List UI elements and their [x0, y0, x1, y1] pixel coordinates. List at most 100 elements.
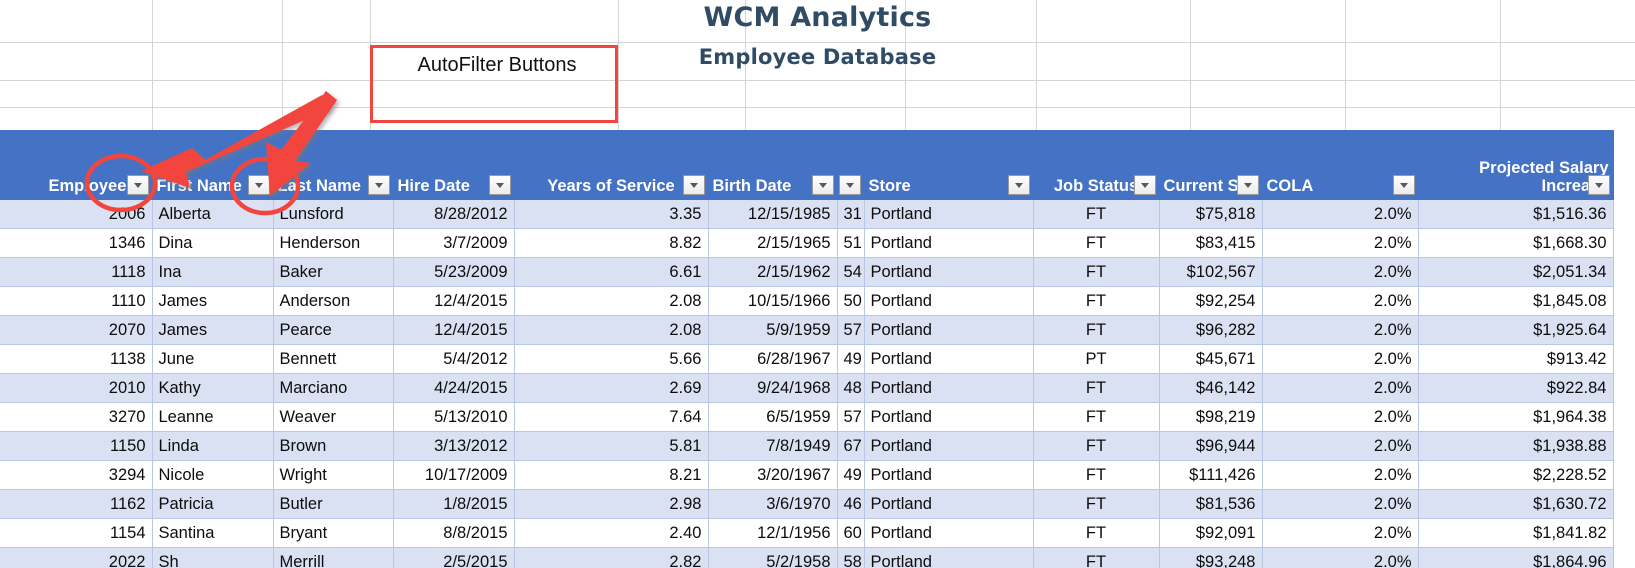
- table-cell[interactable]: 2.0%: [1262, 518, 1419, 548]
- table-cell[interactable]: 10/15/1966: [708, 286, 838, 316]
- table-cell[interactable]: $913.42: [1418, 344, 1614, 374]
- table-cell[interactable]: 8.82: [514, 228, 709, 258]
- table-cell[interactable]: Bryant: [273, 518, 394, 548]
- table-cell[interactable]: 57: [837, 315, 865, 345]
- table-cell[interactable]: 7.64: [514, 402, 709, 432]
- table-cell[interactable]: FT: [1033, 518, 1160, 548]
- table-cell[interactable]: FT: [1033, 286, 1160, 316]
- autofilter-button-current-salary[interactable]: [1236, 175, 1259, 195]
- table-cell[interactable]: 2.82: [514, 547, 709, 568]
- table-cell[interactable]: Nicole: [152, 460, 274, 490]
- table-row[interactable]: 3270 Leanne Weaver 5/13/2010 7.64 6/5/1959 57 P…: [0, 402, 1614, 432]
- table-cell[interactable]: 1110: [0, 286, 153, 316]
- table-cell[interactable]: 2.40: [514, 518, 709, 548]
- table-cell[interactable]: FT: [1033, 373, 1160, 403]
- table-cell[interactable]: 5/4/2012: [393, 344, 515, 374]
- table-cell[interactable]: $81,536: [1159, 489, 1263, 519]
- table-cell[interactable]: Brown: [273, 431, 394, 461]
- table-cell[interactable]: 2.08: [514, 286, 709, 316]
- table-row[interactable]: 2006 Alberta Lunsford 8/28/2012 3.35 12/15/19…: [0, 200, 1614, 229]
- table-cell[interactable]: 2/15/1962: [708, 257, 838, 287]
- table-cell[interactable]: $45,671: [1159, 344, 1263, 374]
- table-cell[interactable]: 5/2/1958: [708, 547, 838, 568]
- table-cell[interactable]: 12/1/1956: [708, 518, 838, 548]
- table-cell[interactable]: 2.0%: [1262, 344, 1419, 374]
- autofilter-button-last-name[interactable]: [367, 175, 390, 195]
- table-row[interactable]: 2010 Kathy Marciano 4/24/2015 2.69 9/24/1968 4…: [0, 373, 1614, 403]
- table-cell[interactable]: 46: [837, 489, 865, 519]
- table-cell[interactable]: 2.0%: [1262, 200, 1419, 229]
- table-cell[interactable]: 5.66: [514, 344, 709, 374]
- autofilter-button-job-status[interactable]: [1133, 175, 1156, 195]
- table-cell[interactable]: 2.0%: [1262, 431, 1419, 461]
- table-cell[interactable]: 2.69: [514, 373, 709, 403]
- table-cell[interactable]: 2.0%: [1262, 547, 1419, 568]
- table-row[interactable]: 1346 Dina Henderson 3/7/2009 8.82 2/15/1965 51…: [0, 228, 1614, 258]
- table-cell[interactable]: 2.0%: [1262, 286, 1419, 316]
- table-cell[interactable]: James: [152, 315, 274, 345]
- table-cell[interactable]: $1,516.36: [1418, 200, 1614, 229]
- table-cell[interactable]: Portland: [864, 228, 1034, 258]
- table-row[interactable]: 1138 June Bennett 5/4/2012 5.66 6/28/1967 49 Po…: [0, 344, 1614, 374]
- table-cell[interactable]: 67: [837, 431, 865, 461]
- table-cell[interactable]: FT: [1033, 547, 1160, 568]
- table-cell[interactable]: 2.0%: [1262, 489, 1419, 519]
- table-cell[interactable]: Wright: [273, 460, 394, 490]
- column-header-birth-date[interactable]: Birth Date: [708, 130, 838, 200]
- autofilter-button-first-name[interactable]: [247, 175, 270, 195]
- table-cell[interactable]: 48: [837, 373, 865, 403]
- table-cell[interactable]: 6/28/1967: [708, 344, 838, 374]
- table-cell[interactable]: 3270: [0, 402, 153, 432]
- table-cell[interactable]: 9/24/1968: [708, 373, 838, 403]
- table-cell[interactable]: $1,964.38: [1418, 402, 1614, 432]
- table-cell[interactable]: Patricia: [152, 489, 274, 519]
- table-cell[interactable]: 2/15/1965: [708, 228, 838, 258]
- table-cell[interactable]: 2.0%: [1262, 460, 1419, 490]
- table-cell[interactable]: $2,228.52: [1418, 460, 1614, 490]
- table-cell[interactable]: 3/13/2012: [393, 431, 515, 461]
- table-cell[interactable]: Anderson: [273, 286, 394, 316]
- table-cell[interactable]: 6.61: [514, 257, 709, 287]
- table-cell[interactable]: 1150: [0, 431, 153, 461]
- table-cell[interactable]: 2.98: [514, 489, 709, 519]
- table-cell[interactable]: $2,051.34: [1418, 257, 1614, 287]
- table-cell[interactable]: 60: [837, 518, 865, 548]
- table-cell[interactable]: 3/6/1970: [708, 489, 838, 519]
- table-row[interactable]: 1110 James Anderson 12/4/2015 2.08 10/15/1966…: [0, 286, 1614, 316]
- table-cell[interactable]: 2010: [0, 373, 153, 403]
- table-row[interactable]: 1150 Linda Brown 3/13/2012 5.81 7/8/1949 67 Por…: [0, 431, 1614, 461]
- table-cell[interactable]: 2.0%: [1262, 402, 1419, 432]
- table-cell[interactable]: 2.08: [514, 315, 709, 345]
- table-cell[interactable]: 5/23/2009: [393, 257, 515, 287]
- table-cell[interactable]: Henderson: [273, 228, 394, 258]
- table-row[interactable]: 1154 Santina Bryant 8/8/2015 2.40 12/1/1956 60…: [0, 518, 1614, 548]
- table-cell[interactable]: FT: [1033, 228, 1160, 258]
- table-cell[interactable]: Portland: [864, 257, 1034, 287]
- table-cell[interactable]: 49: [837, 344, 865, 374]
- table-cell[interactable]: $98,219: [1159, 402, 1263, 432]
- table-cell[interactable]: Bennett: [273, 344, 394, 374]
- table-cell[interactable]: FT: [1033, 257, 1160, 287]
- table-cell[interactable]: Merrill: [273, 547, 394, 568]
- table-cell[interactable]: 6/5/1959: [708, 402, 838, 432]
- table-cell[interactable]: Portland: [864, 200, 1034, 229]
- table-cell[interactable]: Marciano: [273, 373, 394, 403]
- table-cell[interactable]: $102,567: [1159, 257, 1263, 287]
- table-cell[interactable]: $92,254: [1159, 286, 1263, 316]
- table-cell[interactable]: 10/17/2009: [393, 460, 515, 490]
- table-cell[interactable]: 12/4/2015: [393, 315, 515, 345]
- table-cell[interactable]: 2.0%: [1262, 257, 1419, 287]
- column-header-job-status[interactable]: Job Status: [1033, 130, 1160, 200]
- table-cell[interactable]: $96,282: [1159, 315, 1263, 345]
- table-cell[interactable]: 3/7/2009: [393, 228, 515, 258]
- table-cell[interactable]: $1,938.88: [1418, 431, 1614, 461]
- table-cell[interactable]: $1,841.82: [1418, 518, 1614, 548]
- table-cell[interactable]: $46,142: [1159, 373, 1263, 403]
- table-cell[interactable]: 12/4/2015: [393, 286, 515, 316]
- table-cell[interactable]: FT: [1033, 200, 1160, 229]
- table-cell[interactable]: Portland: [864, 344, 1034, 374]
- table-cell[interactable]: 12/15/1985: [708, 200, 838, 229]
- table-cell[interactable]: Ina: [152, 257, 274, 287]
- table-cell[interactable]: 3294: [0, 460, 153, 490]
- table-cell[interactable]: 2.0%: [1262, 315, 1419, 345]
